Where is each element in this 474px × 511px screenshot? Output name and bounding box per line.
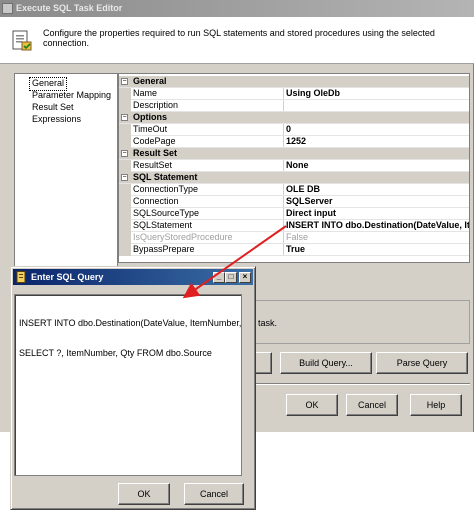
sql-query-textarea[interactable]: INSERT INTO dbo.Destination(DateValue, I…	[14, 294, 242, 476]
window-title: Execute SQL Task Editor	[16, 3, 123, 13]
property-description-area	[254, 300, 470, 344]
prop-row-sqlstatement[interactable]: SQLStatement INSERT INTO dbo.Destination…	[119, 220, 469, 232]
app-icon	[2, 3, 13, 14]
dialog-cancel-button[interactable]: Cancel	[184, 483, 244, 505]
minimize-icon[interactable]: _	[213, 272, 225, 283]
footer-separator	[254, 383, 470, 385]
category-sql-statement[interactable]: − SQL Statement	[119, 172, 469, 184]
category-general[interactable]: − General	[119, 76, 469, 88]
collapse-icon[interactable]: −	[121, 150, 128, 157]
prop-row-name[interactable]: Name Using OleDb	[119, 88, 469, 100]
prop-row-connectiontype[interactable]: ConnectionType OLE DB	[119, 184, 469, 196]
prop-row-resultset[interactable]: ResultSet None	[119, 160, 469, 172]
collapse-icon[interactable]: −	[121, 78, 128, 85]
ok-button[interactable]: OK	[286, 394, 338, 416]
browse-button[interactable]	[254, 352, 272, 374]
nav-item-result-set[interactable]: Result Set	[30, 101, 76, 113]
task-icon	[12, 30, 32, 51]
sql-line-1: INSERT INTO dbo.Destination(DateValue, I…	[19, 318, 242, 328]
prop-row-timeout[interactable]: TimeOut 0	[119, 124, 469, 136]
prop-row-bypassprepare[interactable]: BypassPrepare True	[119, 244, 469, 256]
category-result-set[interactable]: − Result Set	[119, 148, 469, 160]
maximize-icon[interactable]: □	[225, 272, 237, 283]
parse-query-button[interactable]: Parse Query	[376, 352, 468, 374]
property-grid: − General Name Using OleDb Description −…	[118, 73, 470, 263]
dialog-title-bar[interactable]: Enter SQL Query _ □ ×	[13, 269, 253, 285]
dialog-ok-button[interactable]: OK	[118, 483, 170, 505]
prop-row-connection[interactable]: Connection SQLServer	[119, 196, 469, 208]
cancel-button[interactable]: Cancel	[346, 394, 398, 416]
category-options[interactable]: − Options	[119, 112, 469, 124]
prop-row-description[interactable]: Description	[119, 100, 469, 112]
collapse-icon[interactable]: −	[121, 114, 128, 121]
main-title-bar[interactable]: Execute SQL Task Editor	[0, 0, 474, 17]
dialog-title: Enter SQL Query	[31, 272, 104, 282]
collapse-icon[interactable]: −	[121, 174, 128, 181]
sql-line-2: SELECT ?, ItemNumber, Qty FROM dbo.Sourc…	[19, 348, 212, 358]
nav-item-expressions[interactable]: Expressions	[30, 113, 83, 125]
help-button[interactable]: Help	[410, 394, 462, 416]
header-description: Configure the properties required to run…	[43, 28, 435, 48]
dialog-app-icon	[16, 271, 26, 283]
prop-row-isquerystoredprocedure: IsQueryStoredProcedure False	[119, 232, 469, 244]
header-area: Configure the properties required to run…	[0, 17, 474, 64]
close-icon[interactable]: ×	[239, 272, 251, 283]
prop-row-sqlsourcetype[interactable]: SQLSourceType Direct input	[119, 208, 469, 220]
nav-item-parameter-mapping[interactable]: Parameter Mapping	[30, 89, 113, 101]
prop-row-codepage[interactable]: CodePage 1252	[119, 136, 469, 148]
property-description-text: task.	[258, 318, 278, 328]
build-query-button[interactable]: Build Query...	[280, 352, 372, 374]
